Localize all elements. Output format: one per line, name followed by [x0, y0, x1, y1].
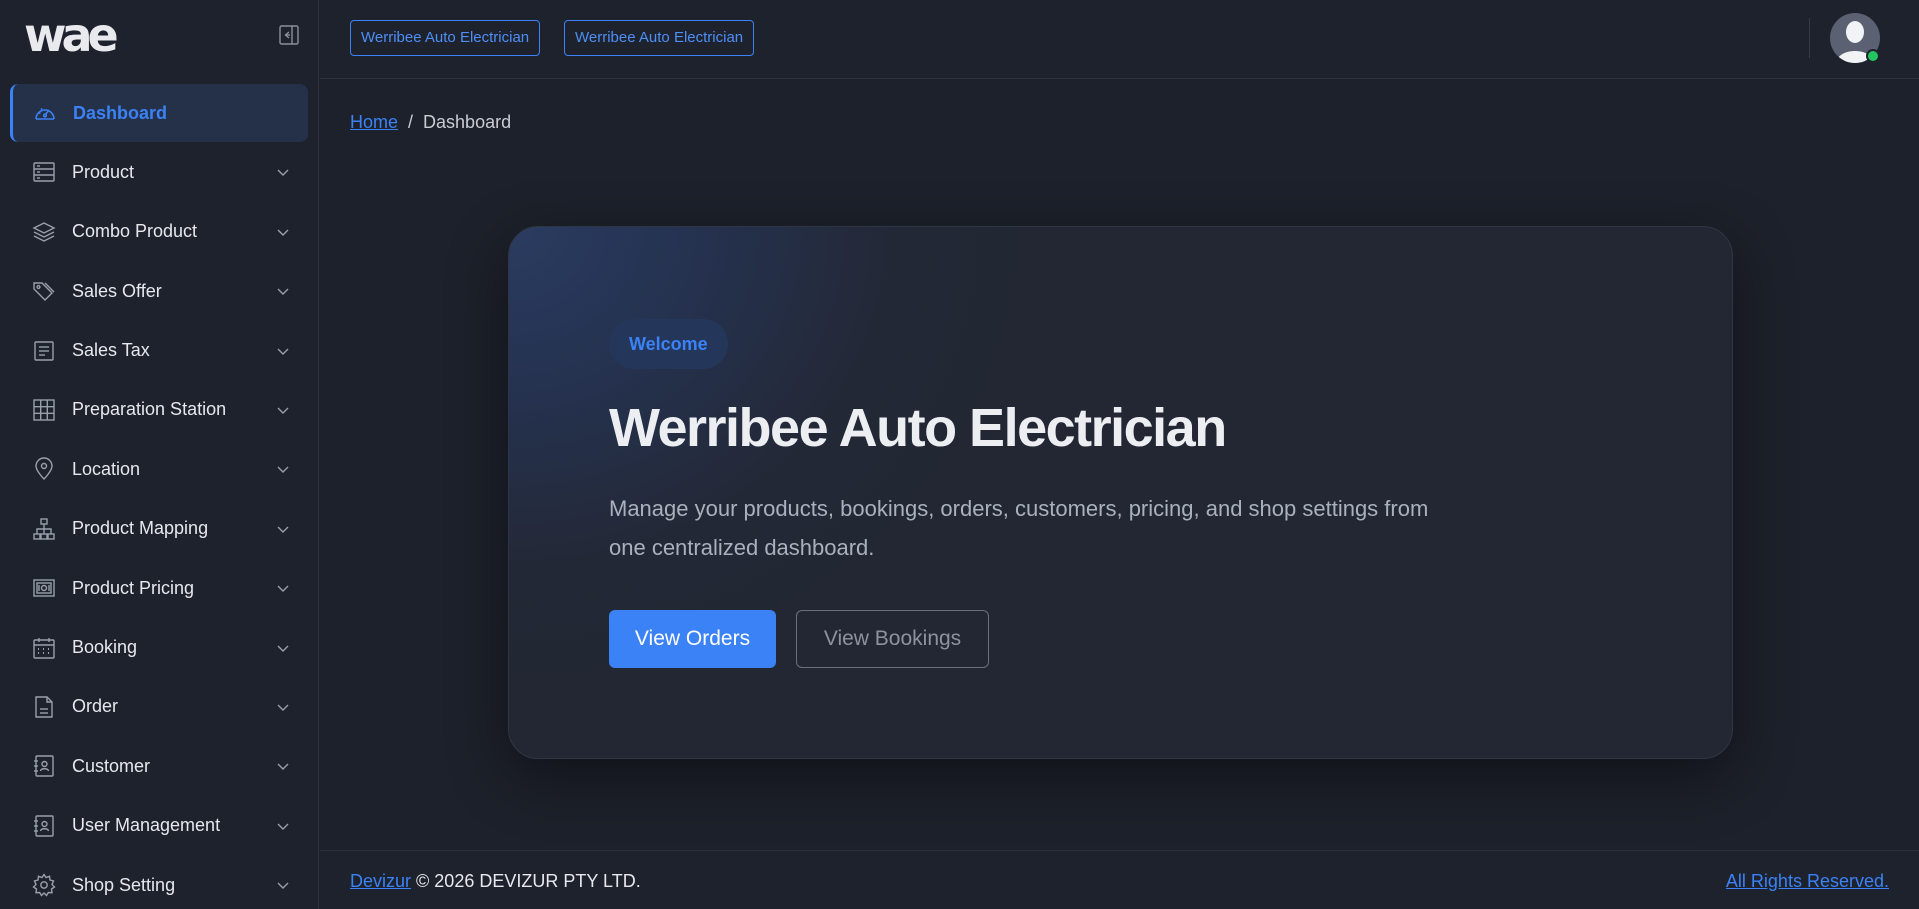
- gear-icon: [32, 873, 56, 897]
- chevron-down-icon: [276, 581, 290, 595]
- view-bookings-button[interactable]: View Bookings: [796, 610, 989, 668]
- sidebar-item-label: Combo Product: [72, 221, 198, 242]
- sidebar-item-label: Booking: [72, 637, 138, 658]
- grid-icon: [32, 398, 56, 422]
- sidebar-item-customer[interactable]: Customer: [10, 737, 308, 795]
- chevron-down-icon: [276, 819, 290, 833]
- shop-tag-button[interactable]: Werribee Auto Electrician: [350, 20, 541, 56]
- welcome-badge: Welcome: [609, 319, 728, 369]
- welcome-card: Welcome Werribee Auto Electrician Manage…: [508, 226, 1733, 759]
- breadcrumb: Home / Dashboard: [350, 112, 511, 133]
- sidebar-item-shop-setting[interactable]: Shop Setting: [10, 856, 308, 909]
- sidebar-item-combo-product[interactable]: Combo Product: [10, 203, 308, 261]
- sidebar-item-user-management[interactable]: User Management: [10, 797, 308, 855]
- chevron-down-icon: [276, 284, 290, 298]
- sidebar-item-dashboard[interactable]: Dashboard: [10, 84, 308, 142]
- breadcrumb-separator: /: [408, 112, 414, 132]
- chevron-down-icon: [276, 522, 290, 536]
- brand-logo: wae: [24, 8, 119, 62]
- footer-company-link[interactable]: Devizur: [350, 871, 411, 891]
- sidebar-item-product-mapping[interactable]: Product Mapping: [10, 500, 308, 558]
- sidebar-item-label: Order: [72, 696, 119, 717]
- chevron-down-icon: [276, 344, 290, 358]
- sidebar-item-label: Shop Setting: [72, 874, 176, 895]
- footer-copyright: Devizur © 2026 DEVIZUR PTY LTD.: [350, 871, 641, 892]
- sidebar-item-label: Product Mapping: [72, 518, 209, 539]
- sidebar-item-label: User Management: [72, 815, 221, 836]
- sidebar-item-label: Sales Tax: [72, 340, 150, 361]
- sidebar-item-product-pricing[interactable]: Product Pricing: [10, 559, 308, 617]
- sidebar-item-sales-tax[interactable]: Sales Tax: [10, 322, 308, 380]
- contact-book-icon: [32, 814, 56, 838]
- dashboard-gauge-icon: [33, 101, 57, 125]
- sidebar-item-label: Dashboard: [73, 102, 168, 123]
- sitemap-icon: [32, 517, 56, 541]
- chevron-down-icon: [276, 225, 290, 239]
- sidebar-header: wae: [0, 0, 318, 72]
- top-header: Werribee Auto Electrician Werribee Auto …: [320, 0, 1919, 79]
- sidebar: wae Dashboard Product Combo Product Sale…: [0, 0, 319, 909]
- sidebar-item-preparation-station[interactable]: Preparation Station: [10, 381, 308, 439]
- footer: Devizur © 2026 DEVIZUR PTY LTD. All Righ…: [320, 850, 1919, 909]
- sidebar-item-product[interactable]: Product: [10, 143, 308, 201]
- page-title: Werribee Auto Electrician: [609, 398, 1227, 458]
- sidebar-collapse-icon[interactable]: [278, 24, 300, 46]
- chevron-down-icon: [276, 462, 290, 476]
- footer-rights-link[interactable]: All Rights Reserved.: [1726, 871, 1889, 892]
- sidebar-item-label: Sales Offer: [72, 280, 162, 301]
- file-icon: [32, 695, 56, 719]
- shop-tag-button[interactable]: Werribee Auto Electrician: [564, 20, 755, 56]
- money-icon: [32, 576, 56, 600]
- sidebar-item-label: Customer: [72, 755, 151, 776]
- sidebar-item-label: Location: [72, 458, 141, 479]
- document-lines-icon: [32, 339, 56, 363]
- sidebar-item-booking[interactable]: Booking: [10, 619, 308, 677]
- view-orders-button[interactable]: View Orders: [609, 610, 776, 668]
- chevron-down-icon: [276, 165, 290, 179]
- tags-icon: [32, 279, 56, 303]
- map-pin-icon: [32, 457, 56, 481]
- online-status-indicator: [1866, 49, 1880, 63]
- sidebar-item-location[interactable]: Location: [10, 440, 308, 498]
- chevron-down-icon: [276, 700, 290, 714]
- sidebar-item-label: Preparation Station: [72, 399, 227, 420]
- product-list-icon: [32, 160, 56, 184]
- sidebar-item-label: Product: [72, 161, 135, 182]
- chevron-down-icon: [276, 641, 290, 655]
- header-divider: [1809, 18, 1810, 58]
- sidebar-item-sales-offer[interactable]: Sales Offer: [10, 262, 308, 320]
- breadcrumb-current: Dashboard: [423, 112, 512, 132]
- sidebar-item-order[interactable]: Order: [10, 678, 308, 736]
- sidebar-nav: Dashboard Product Combo Product Sales Of…: [10, 84, 308, 909]
- sidebar-item-label: Product Pricing: [72, 577, 195, 598]
- contact-book-icon: [32, 754, 56, 778]
- hero-description: Manage your products, bookings, orders, …: [609, 496, 1429, 560]
- footer-copyright-text: © 2026 DEVIZUR PTY LTD.: [416, 871, 641, 891]
- layers-icon: [32, 220, 56, 244]
- chevron-down-icon: [276, 403, 290, 417]
- chevron-down-icon: [276, 759, 290, 773]
- chevron-down-icon: [276, 878, 290, 892]
- calendar-icon: [32, 636, 56, 660]
- breadcrumb-home-link[interactable]: Home: [350, 112, 398, 132]
